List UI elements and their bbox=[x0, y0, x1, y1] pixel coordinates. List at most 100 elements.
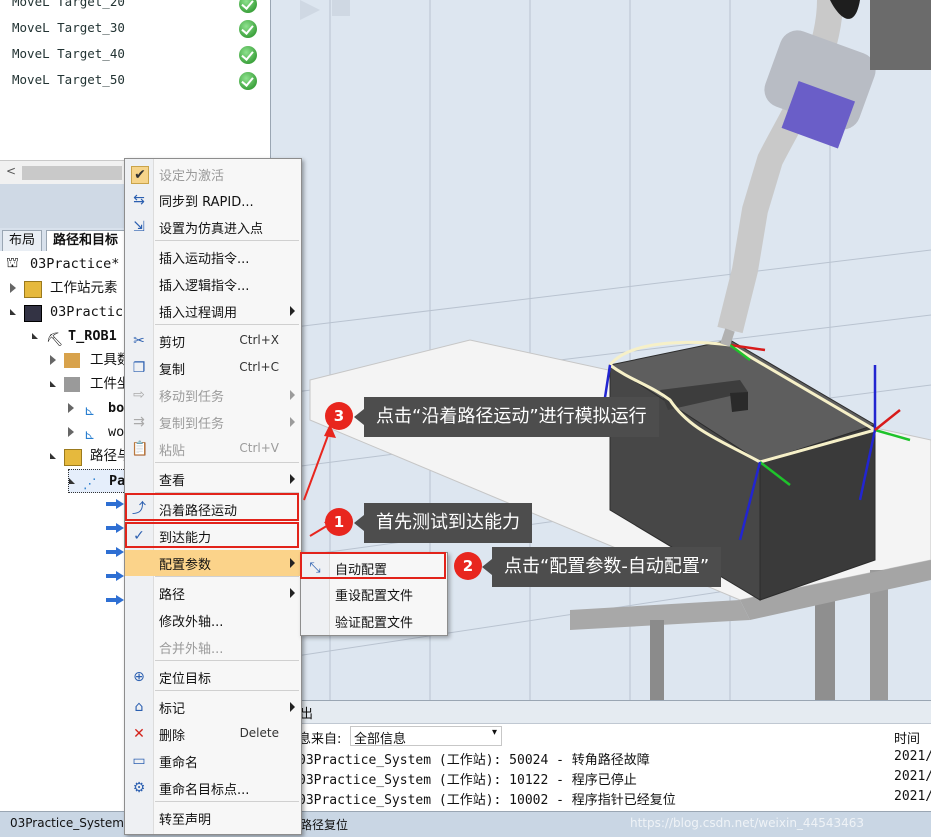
submenu-item-1[interactable]: 重设配置文件 bbox=[301, 581, 447, 607]
tab-layout[interactable]: 布局 bbox=[2, 230, 43, 251]
menu-item-label: 插入逻辑指令... bbox=[159, 279, 250, 294]
menu-item-label: 查看 bbox=[159, 474, 186, 489]
menu-item-label: 设定为激活 bbox=[159, 169, 225, 184]
collapse-icon[interactable] bbox=[10, 309, 16, 315]
callout-badge-3: 3 bbox=[325, 402, 353, 430]
list-item[interactable]: MoveL Target_30 bbox=[12, 20, 125, 42]
menu-item-7[interactable]: ❐ 复制 Ctrl+C bbox=[125, 355, 301, 381]
menu-item-23[interactable]: 转至声明 bbox=[125, 805, 301, 831]
menu-item-18[interactable]: ⊕ 定位目标 bbox=[125, 664, 301, 690]
collapse-icon[interactable] bbox=[50, 381, 56, 387]
menu-separator bbox=[155, 324, 299, 325]
move-instruction-icon[interactable] bbox=[106, 547, 124, 557]
rename-icon: ▭ bbox=[132, 753, 146, 769]
collapse-icon[interactable] bbox=[50, 453, 56, 459]
menu-item-19[interactable]: ⌂ 标记 bbox=[125, 694, 301, 720]
menu-item-1[interactable]: ⇆ 同步到 RAPID... bbox=[125, 187, 301, 213]
target-label: MoveL Target_30 bbox=[12, 20, 125, 35]
menu-item-14[interactable]: 配置参数 bbox=[125, 550, 301, 576]
scroll-left-icon[interactable]: < bbox=[6, 164, 16, 178]
menu-item-16[interactable]: 修改外轴... bbox=[125, 607, 301, 633]
menu-item-label: 重命名 bbox=[159, 756, 199, 771]
highlight-box-auto-config bbox=[300, 552, 446, 579]
menu-item-8[interactable]: ⇨ 移动到任务 bbox=[125, 382, 301, 408]
wobj-icon bbox=[64, 377, 80, 392]
menu-item-21[interactable]: ▭ 重命名 bbox=[125, 748, 301, 774]
tab-paths-targets[interactable]: 路径和目标 bbox=[46, 230, 126, 251]
target-label: MoveL Target_50 bbox=[12, 72, 125, 87]
menu-item-label: 合并外轴... bbox=[159, 642, 224, 657]
output-row[interactable]: 03Practice_System (工作站): 10002 - 程序指针已经复… bbox=[298, 789, 676, 808]
expand-icon[interactable] bbox=[50, 355, 56, 365]
menu-item-10[interactable]: 📋 粘贴 Ctrl+V bbox=[125, 436, 301, 462]
move-instruction-icon[interactable] bbox=[106, 499, 124, 509]
tree-item-wobj-child[interactable]: ⊾ wo bbox=[68, 421, 128, 443]
menu-item-4[interactable]: 插入逻辑指令... bbox=[125, 271, 301, 297]
menu-item-3[interactable]: 插入运动指令... bbox=[125, 244, 301, 270]
tag-icon: ⌂ bbox=[134, 699, 144, 715]
submenu-arrow-icon bbox=[290, 390, 295, 400]
target-list-panel: MoveL Target_20 MoveL Target_30 MoveL Ta… bbox=[0, 0, 271, 160]
sync-rapid-icon: ⇆ bbox=[133, 192, 145, 208]
expand-icon[interactable] bbox=[68, 427, 74, 437]
menu-item-9[interactable]: ⇉ 复制到任务 bbox=[125, 409, 301, 435]
delete-icon: ✕ bbox=[133, 726, 145, 742]
submenu-arrow-icon bbox=[290, 558, 295, 568]
move-instruction-icon[interactable] bbox=[106, 595, 124, 605]
output-row[interactable]: 03Practice_System (工作站): 10122 - 程序已停止 bbox=[298, 769, 637, 788]
check-ok-icon bbox=[239, 72, 257, 90]
check-icon: ✔ bbox=[131, 166, 149, 184]
menu-item-11[interactable]: 查看 bbox=[125, 466, 301, 492]
menu-item-2[interactable]: ⇲ 设置为仿真进入点 bbox=[125, 214, 301, 240]
move-instruction-icon[interactable] bbox=[106, 523, 124, 533]
menu-item-15[interactable]: 路径 bbox=[125, 580, 301, 606]
rename-targets-icon: ⚙ bbox=[132, 780, 146, 796]
output-row[interactable]: 03Practice_System (工作站): 50024 - 转角路径故障 bbox=[298, 749, 650, 768]
menu-separator bbox=[155, 801, 299, 802]
menu-item-6[interactable]: ✂ 剪切 Ctrl+X bbox=[125, 328, 301, 354]
status-message: 路径复位 bbox=[300, 818, 349, 832]
menu-item-label: 配置参数 bbox=[159, 558, 212, 573]
list-item[interactable]: MoveL Target_20 bbox=[12, 0, 125, 16]
menu-separator bbox=[155, 240, 299, 241]
expand-icon[interactable] bbox=[68, 403, 74, 413]
folder-icon bbox=[64, 449, 82, 466]
menu-item-label: 重命名目标点... bbox=[159, 783, 250, 798]
menu-item-17[interactable]: 合并外轴... bbox=[125, 634, 301, 660]
submenu-item-label: 验证配置文件 bbox=[335, 616, 414, 631]
check-ok-icon bbox=[239, 0, 257, 13]
submenu-arrow-icon bbox=[290, 588, 295, 598]
menu-item-0[interactable]: ✔ 设定为激活 bbox=[125, 161, 301, 187]
menu-item-label: 插入过程调用 bbox=[159, 306, 238, 321]
scroll-thumb[interactable] bbox=[22, 166, 122, 180]
list-item[interactable]: MoveL Target_40 bbox=[12, 46, 125, 68]
menu-shortcut: Ctrl+X bbox=[239, 333, 279, 347]
controller-icon bbox=[24, 305, 42, 322]
collapse-icon[interactable] bbox=[32, 333, 38, 339]
menu-separator bbox=[155, 660, 299, 661]
list-item[interactable]: MoveL Target_50 bbox=[12, 72, 125, 94]
submenu-item-2[interactable]: 验证配置文件 bbox=[301, 608, 447, 634]
time-column-header: 时间 bbox=[894, 732, 921, 747]
menu-item-label: 定位目标 bbox=[159, 672, 212, 687]
callout-badge-2: 2 bbox=[454, 552, 482, 580]
output-header: 出 bbox=[290, 701, 931, 724]
expand-icon[interactable] bbox=[10, 283, 16, 293]
check-ok-icon bbox=[239, 46, 257, 64]
menu-shortcut: Ctrl+C bbox=[239, 360, 279, 374]
task-icon: ⛏ bbox=[46, 332, 64, 348]
output-time: 2021/ bbox=[894, 789, 931, 804]
tree-item-path[interactable]: ⋰ Pa bbox=[68, 469, 126, 493]
message-filter-select[interactable]: 全部信息 ▾ bbox=[350, 726, 502, 747]
menu-separator bbox=[155, 690, 299, 691]
menu-item-label: 路径 bbox=[159, 588, 186, 603]
move-instruction-icon[interactable] bbox=[106, 571, 124, 581]
copy-task-icon: ⇉ bbox=[133, 414, 145, 430]
menu-item-22[interactable]: ⚙ 重命名目标点... bbox=[125, 775, 301, 801]
tree-item-wobj-child[interactable]: ⊾ bo bbox=[68, 397, 128, 419]
menu-item-20[interactable]: ✕ 删除 Delete bbox=[125, 721, 301, 747]
callout-1: 首先测试到达能力 bbox=[354, 503, 532, 543]
entry-point-icon: ⇲ bbox=[133, 219, 145, 235]
collapse-icon[interactable] bbox=[69, 478, 75, 484]
menu-item-5[interactable]: 插入过程调用 bbox=[125, 298, 301, 324]
